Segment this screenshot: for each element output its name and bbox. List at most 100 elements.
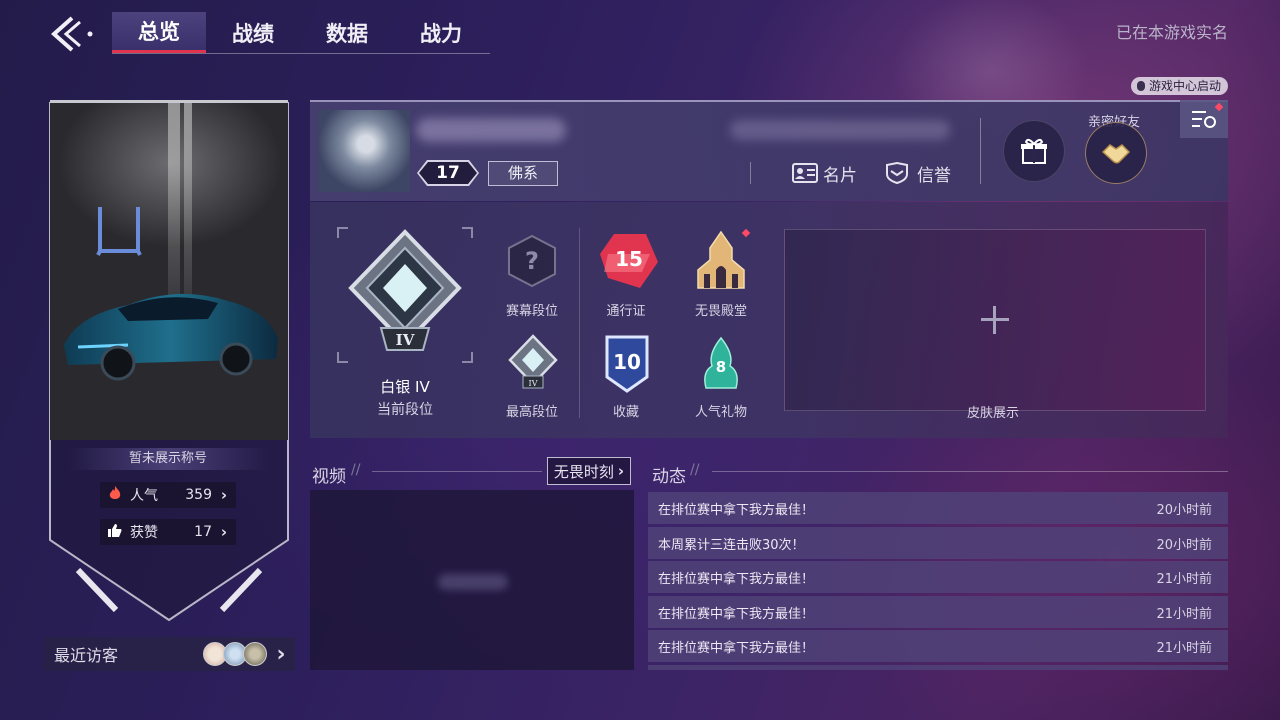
feed-item-partial <box>648 665 1228 670</box>
battle-pass-level: 15 <box>615 247 643 271</box>
feed-item[interactable]: 本周累计三连击败30次！ 20小时前 <box>648 527 1228 559</box>
battle-pass-icon[interactable]: 15 <box>598 232 660 290</box>
gift-icon <box>1021 138 1047 164</box>
player-id-blurred <box>730 120 950 140</box>
popularity-stat[interactable]: 人气 359 › <box>100 482 236 508</box>
highest-rank-caption: 最高段位 <box>505 405 558 420</box>
silver-rank-emblem[interactable]: IV <box>347 228 463 356</box>
tab-data[interactable]: 数据 <box>300 12 394 53</box>
feed-item-time: 21小时前 <box>1156 606 1212 622</box>
divider <box>712 471 1228 472</box>
spotlight <box>168 103 180 440</box>
feed-item-text: 在排位赛中拿下我方最佳！ <box>658 640 815 656</box>
popularity-label: 人气 <box>130 488 158 504</box>
settings-list-icon <box>1192 111 1216 128</box>
plus-icon <box>981 306 1009 334</box>
current-rank-name: 白银 IV <box>380 378 430 396</box>
level-badge: 17 <box>417 160 479 186</box>
flame-icon <box>100 485 130 505</box>
tab-overview[interactable]: 总览 <box>112 12 206 53</box>
feed-item-time: 21小时前 <box>1156 640 1212 656</box>
section-slash-decoration: // <box>690 462 700 478</box>
gift-count: 8 <box>716 358 726 376</box>
likes-value: 17 <box>194 524 212 540</box>
feed-item-text: 在排位赛中拿下我方最佳！ <box>658 502 815 518</box>
back-arrow-icon <box>50 16 93 52</box>
game-center-badge: 游戏中心启动 <box>1130 77 1228 95</box>
divider <box>980 118 981 184</box>
collection-caption: 收藏 <box>612 405 639 420</box>
fearless-hall-icon[interactable] <box>692 230 750 292</box>
visitor-avatar[interactable] <box>243 642 267 666</box>
collection-count: 10 <box>613 350 641 374</box>
name-card-link[interactable]: 名片 <box>792 160 857 186</box>
realname-status: 已在本游戏实名 <box>1115 23 1228 42</box>
tab-power[interactable]: 战力 <box>394 12 488 53</box>
recent-visitors-bar[interactable]: 最近访客 › <box>43 637 295 671</box>
name-card-label: 名片 <box>823 165 857 186</box>
tab-match-record[interactable]: 战绩 <box>206 12 300 53</box>
handshake-icon <box>1101 144 1131 164</box>
divider <box>372 471 542 472</box>
feed-item[interactable]: 在排位赛中拿下我方最佳！ 21小时前 <box>648 596 1228 628</box>
collection-icon[interactable]: 10 <box>603 335 651 393</box>
recent-visitors-label: 最近访客 <box>54 646 119 665</box>
divider <box>750 162 751 184</box>
back-button[interactable] <box>48 12 98 56</box>
popularity-value: 359 <box>185 487 212 503</box>
player-avatar[interactable] <box>318 110 410 192</box>
feed-item-time: 21小时前 <box>1156 571 1212 587</box>
season-rank-unknown-icon[interactable]: ? <box>507 234 557 288</box>
current-rank-caption: 当前段位 <box>377 402 433 418</box>
player-title-label: 暂未展示称号 <box>68 448 268 470</box>
video-section-title: 视频 <box>312 467 346 487</box>
player-style-tag[interactable]: 佛系 <box>488 161 558 186</box>
feed-item-time: 20小时前 <box>1156 537 1212 553</box>
popularity-gift-caption: 人气礼物 <box>694 405 747 420</box>
chevron-right-icon: › <box>220 523 228 541</box>
logo-emblem-icon <box>96 207 142 256</box>
likes-label: 获赞 <box>130 525 158 541</box>
blurred-video-text <box>438 574 508 590</box>
section-slash-decoration: // <box>351 462 361 478</box>
intimate-friends-button[interactable] <box>1085 122 1147 184</box>
feed-item[interactable]: 在排位赛中拿下我方最佳！ 21小时前 <box>648 630 1228 662</box>
divider <box>579 228 580 418</box>
skin-display-slot[interactable] <box>784 229 1206 411</box>
chevron-right-icon: › <box>276 641 286 667</box>
player-name-blurred <box>416 118 566 142</box>
chevron-right-icon: › <box>220 486 228 504</box>
supercar-image <box>64 293 278 381</box>
fearless-moments-label: 无畏时刻 <box>553 462 614 481</box>
shield-check-icon <box>886 162 908 184</box>
credit-label: 信誉 <box>917 165 951 186</box>
credit-link[interactable]: 信誉 <box>885 160 951 186</box>
feed-item-time: 20小时前 <box>1156 502 1212 518</box>
popularity-gift-icon[interactable]: 8 <box>696 336 746 394</box>
spotlight <box>184 103 192 440</box>
main-tabs: 总览 战绩 数据 战力 <box>112 12 490 54</box>
feed-item[interactable]: 在排位赛中拿下我方最佳！ 21小时前 <box>648 561 1228 593</box>
feed-item-text: 在排位赛中拿下我方最佳！ <box>658 606 815 622</box>
gift-button[interactable] <box>1003 120 1065 182</box>
current-rank-tier: IV <box>396 331 415 349</box>
feed-item-text: 本周累计三连击败30次！ <box>658 537 805 553</box>
highest-rank-emblem[interactable]: IV <box>508 334 558 390</box>
id-card-icon <box>792 163 818 183</box>
thumbs-up-icon <box>100 523 130 542</box>
profile-settings-button[interactable] <box>1180 100 1228 138</box>
feed-item[interactable]: 在排位赛中拿下我方最佳！ 20小时前 <box>648 492 1228 524</box>
fearless-moments-button[interactable]: 无畏时刻 › <box>547 457 631 485</box>
level-value: 17 <box>436 163 460 183</box>
battle-pass-caption: 通行证 <box>606 304 646 319</box>
fearless-hall-caption: 无畏殿堂 <box>694 304 747 319</box>
chevron-right-icon: › <box>617 462 625 480</box>
season-rank-caption: 赛幕段位 <box>505 304 558 319</box>
highest-rank-tier: IV <box>529 379 538 388</box>
season-rank-question: ? <box>525 247 539 275</box>
feed-section-title: 动态 <box>652 467 686 487</box>
vehicle-showcase <box>50 103 288 440</box>
likes-stat[interactable]: 获赞 17 › <box>100 519 236 545</box>
feed-item-text: 在排位赛中拿下我方最佳！ <box>658 571 815 587</box>
video-thumbnail[interactable] <box>310 490 634 670</box>
